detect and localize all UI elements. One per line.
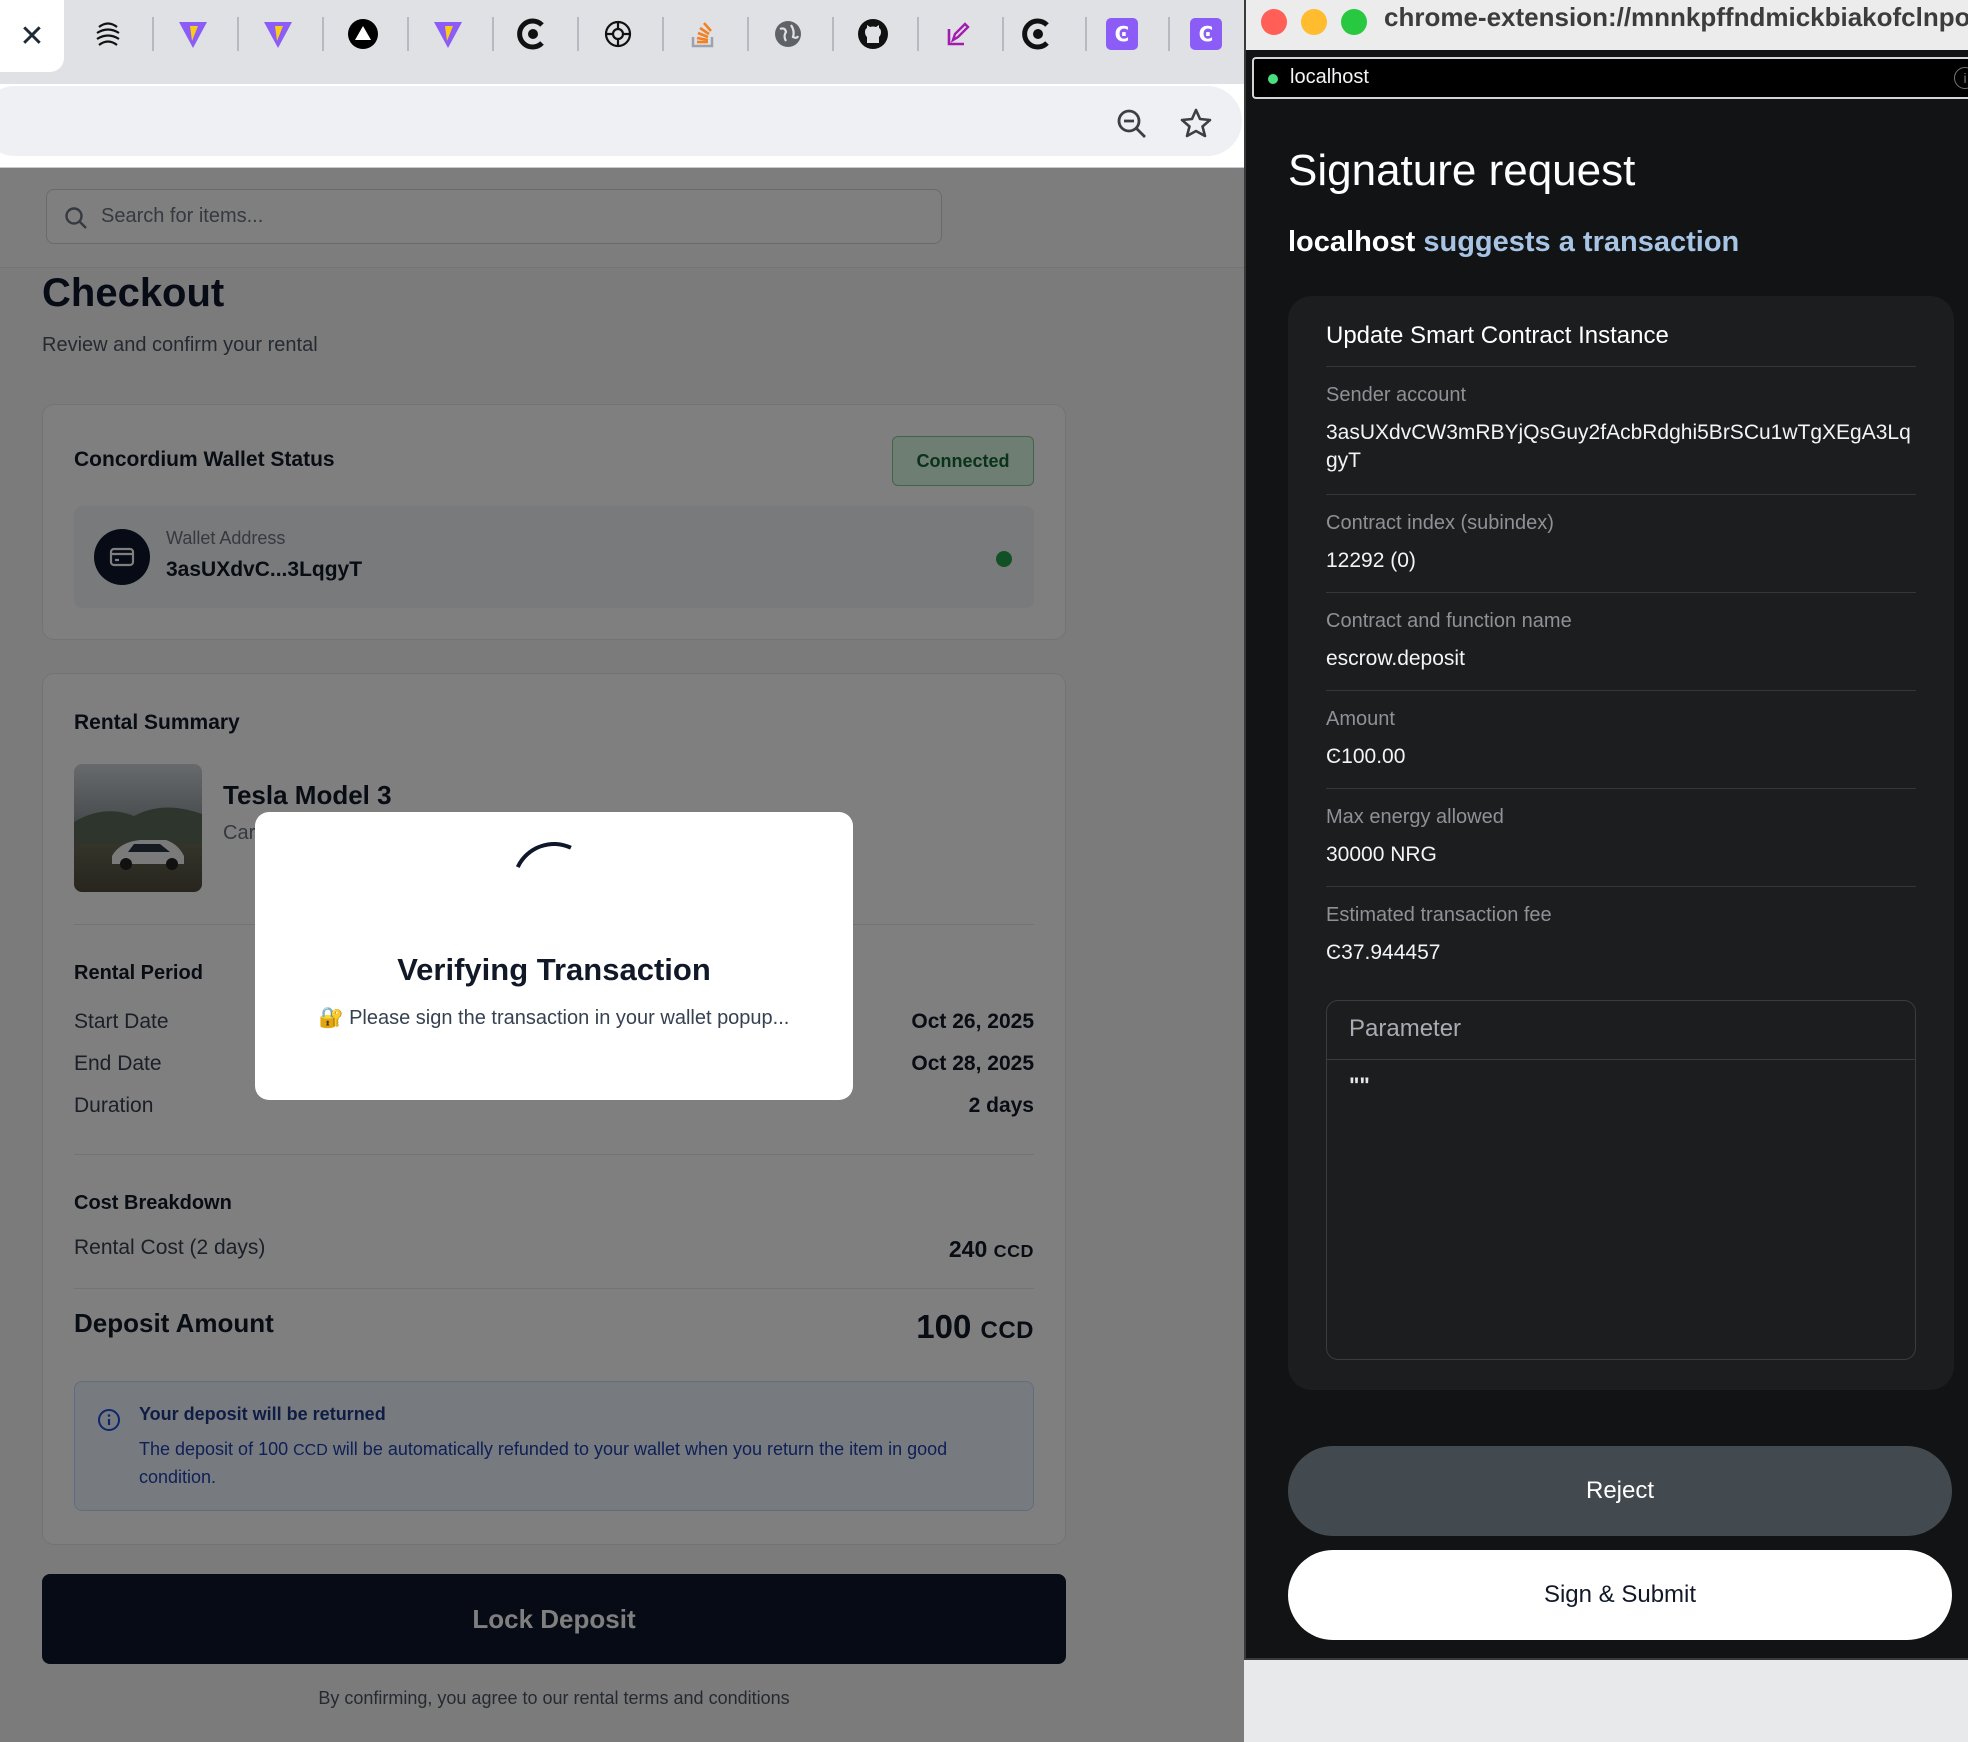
pinned-tab-github[interactable] [850, 13, 896, 55]
zoom-out-button[interactable] [1110, 102, 1154, 146]
max-energy-value: 30000 NRG [1326, 843, 1437, 866]
fee-field: Estimated transaction fee Ͼ37.944457 [1326, 904, 1916, 967]
vite-icon [264, 22, 292, 48]
bookmark-star-icon [1180, 108, 1212, 138]
sender-account-value: 3asUXdvCW3mRBYjQsGuy2fAcbRdghi5BrSCu1wTg… [1326, 421, 1911, 472]
pinned-tab-vite-3[interactable] [425, 13, 471, 55]
stackoverflow-icon [691, 22, 714, 48]
globe-icon [775, 21, 801, 47]
zoom-out-icon [1117, 109, 1146, 138]
reject-button[interactable]: Reject [1288, 1446, 1952, 1536]
pinned-tab-globe[interactable] [765, 13, 811, 55]
svg-text:Ͼ: Ͼ [1199, 22, 1214, 46]
sign-submit-button[interactable]: Sign & Submit [1288, 1550, 1952, 1640]
pinned-tab-chatgpt[interactable] [595, 13, 641, 55]
pinned-tab-openai[interactable] [85, 13, 131, 55]
signature-request-title: Signature request [1288, 146, 1636, 195]
pinned-tab-sparkle[interactable] [935, 13, 981, 55]
pinned-tab-vite-1[interactable] [170, 13, 216, 55]
amount-field: Amount Ͼ100.00 [1326, 708, 1916, 771]
concordium-icon: Ͼ [1190, 18, 1222, 50]
pinned-tab-concordium-2[interactable]: Ͼ [1183, 13, 1229, 55]
max-energy-field: Max energy allowed 30000 NRG [1326, 806, 1916, 869]
chatgpt-icon [604, 20, 632, 48]
close-window-button[interactable] [1261, 9, 1287, 35]
ring-logo-icon [517, 18, 544, 50]
minimize-window-button[interactable] [1301, 9, 1327, 35]
parameter-label: Parameter [1349, 1015, 1462, 1042]
wallet-popup-window: chrome-extension://mnnkpffndmickbiakofcl… [1244, 0, 1968, 1660]
transaction-details-card: Update Smart Contract Instance Sender ac… [1288, 296, 1954, 1390]
parameter-value: "" [1349, 1073, 1370, 1098]
pinned-tab-stackoverflow[interactable] [680, 13, 726, 55]
svg-text:Ͼ: Ͼ [1115, 22, 1130, 46]
pinned-tab-triangle[interactable] [340, 13, 386, 55]
browser-window: ✕ Ͼ Ͼ Search for items... Verifying Tran… [0, 0, 1244, 1742]
popup-url-bar: localhost i [1252, 57, 1968, 99]
pinned-tab-ring-2[interactable] [1015, 13, 1061, 55]
vite-icon [434, 22, 462, 48]
sparkle-edit-icon [947, 22, 970, 46]
address-bar[interactable] [0, 86, 1242, 156]
contract-function-value: escrow.deposit [1326, 647, 1465, 670]
bookmark-button[interactable] [1174, 102, 1218, 146]
pinned-tab-vite-2[interactable] [255, 13, 301, 55]
openai-icon [96, 22, 120, 46]
verifying-modal: Verifying Transaction 🔐 Please sign the … [255, 812, 853, 1100]
amount-value: Ͼ100.00 [1326, 745, 1406, 768]
modal-title: Verifying Transaction [397, 952, 711, 987]
site-info-icon[interactable]: i [1954, 67, 1968, 89]
modal-message: 🔐 Please sign the transaction in your wa… [318, 1007, 790, 1029]
contract-function-field: Contract and function name escrow.deposi… [1326, 610, 1916, 673]
vite-icon [179, 22, 207, 48]
signature-request-subtitle: localhost suggests a transaction [1288, 226, 1740, 258]
popup-url-host: localhost [1290, 66, 1369, 88]
parameter-box[interactable]: Parameter "" [1326, 1000, 1916, 1360]
transaction-type-title: Update Smart Contract Instance [1326, 322, 1669, 349]
pinned-tab-concordium-1[interactable]: Ͼ [1099, 13, 1145, 55]
pinned-tab-ring-1[interactable] [510, 13, 556, 55]
ring-logo-icon [1022, 18, 1049, 50]
popup-window-url: chrome-extension://mnnkpffndmickbiakofcl… [1384, 2, 1968, 32]
contract-index-field: Contract index (subindex) 12292 (0) [1326, 512, 1916, 575]
maximize-window-button[interactable] [1341, 9, 1367, 35]
github-icon [858, 19, 888, 49]
tab-strip: ✕ Ͼ Ͼ [0, 0, 1244, 84]
contract-index-value: 12292 (0) [1326, 549, 1416, 572]
popup-titlebar: chrome-extension://mnnkpffndmickbiakofcl… [1246, 0, 1968, 50]
triangle-logo-icon [348, 19, 378, 49]
loading-spinner-icon [500, 830, 608, 938]
fee-value: Ͼ37.944457 [1326, 941, 1441, 964]
browser-toolbar [0, 84, 1244, 168]
close-tab-button[interactable]: ✕ [0, 0, 64, 72]
sender-account-field: Sender account 3asUXdvCW3mRBYjQsGuy2fAcb… [1326, 384, 1916, 475]
concordium-icon: Ͼ [1106, 18, 1138, 50]
secure-dot-icon [1268, 74, 1278, 84]
